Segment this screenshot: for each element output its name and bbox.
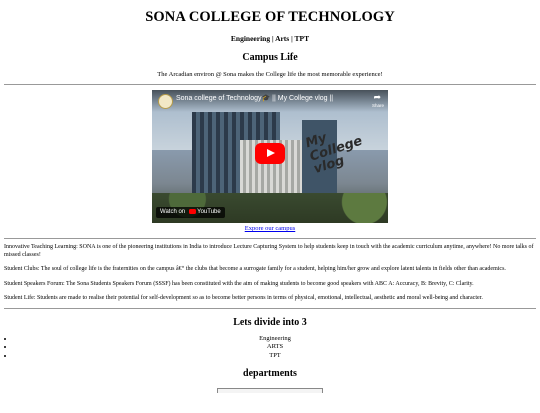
paragraph-speakers-forum: Student Speakers Forum: The Sona Student… [4, 280, 474, 287]
video-title-link[interactable]: Sona college of Technology🎓 || My Colleg… [176, 95, 333, 104]
page: SONA COLLEGE OF TECHNOLOGY Engineering |… [0, 8, 540, 394]
paragraph-student-life: Student Life: Students are made to reali… [4, 295, 483, 302]
paragraph-teaching: Innovative Teaching Learning: SONA is on… [4, 244, 534, 258]
streams-list: Engineering ARTS TPT [4, 335, 536, 359]
paragraph-clubs: Student Clubs: The soul of college life … [4, 266, 506, 273]
page-title: SONA COLLEGE OF TECHNOLOGY [145, 9, 395, 25]
watch-on-label: Watch on [160, 208, 186, 215]
share-label[interactable]: Share [372, 103, 384, 109]
campus-life-heading: Campus Life [242, 51, 298, 63]
youtube-logo-icon [189, 208, 197, 214]
divider [4, 238, 536, 240]
watch-on-youtube-button[interactable]: Watch on YouTube [156, 206, 225, 219]
departments-container [217, 388, 323, 394]
list-item: TPT [14, 352, 536, 360]
divide-heading: Lets divide into 3 [233, 316, 307, 328]
explore-campus-row: Expore our campus [4, 225, 536, 233]
youtube-video-embed[interactable]: My College vlog Sona college of Technolo… [152, 90, 388, 224]
departments-heading: departments [243, 367, 297, 379]
youtube-label: YouTube [197, 208, 221, 215]
campus-tagline: The Arcadian environ @ Sona makes the Co… [157, 71, 383, 78]
list-item: ARTS [14, 343, 536, 351]
divider [4, 307, 536, 309]
play-icon[interactable] [255, 143, 285, 165]
stream-nav-text: Engineering | Arts | TPT [230, 34, 310, 44]
list-item: Engineering [14, 335, 536, 343]
divider [4, 84, 536, 86]
explore-campus-link[interactable]: Expore our campus [245, 225, 296, 232]
